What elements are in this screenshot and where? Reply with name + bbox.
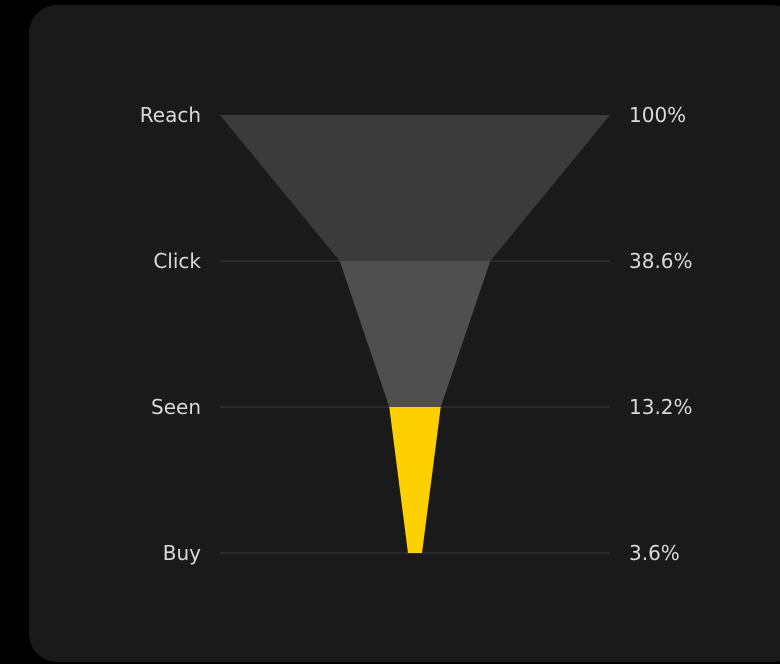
- stage-label-buy: Buy: [163, 541, 201, 565]
- stage-value-click: 38.6%: [629, 249, 693, 273]
- stage-label-seen: Seen: [151, 395, 201, 419]
- funnel-segment-click[interactable]: [339, 261, 491, 407]
- stage-label-reach: Reach: [140, 103, 201, 127]
- stage-value-reach: 100%: [629, 103, 686, 127]
- funnel-chart: Reach 100% Click 38.6% Seen 13.2% Buy 3.6%: [140, 103, 693, 565]
- stage-value-buy: 3.6%: [629, 541, 680, 565]
- stage-label-click: Click: [153, 249, 201, 273]
- funnel-segment-seen[interactable]: [389, 407, 441, 553]
- funnel-segment-reach[interactable]: [220, 115, 610, 261]
- stage-value-seen: 13.2%: [629, 395, 693, 419]
